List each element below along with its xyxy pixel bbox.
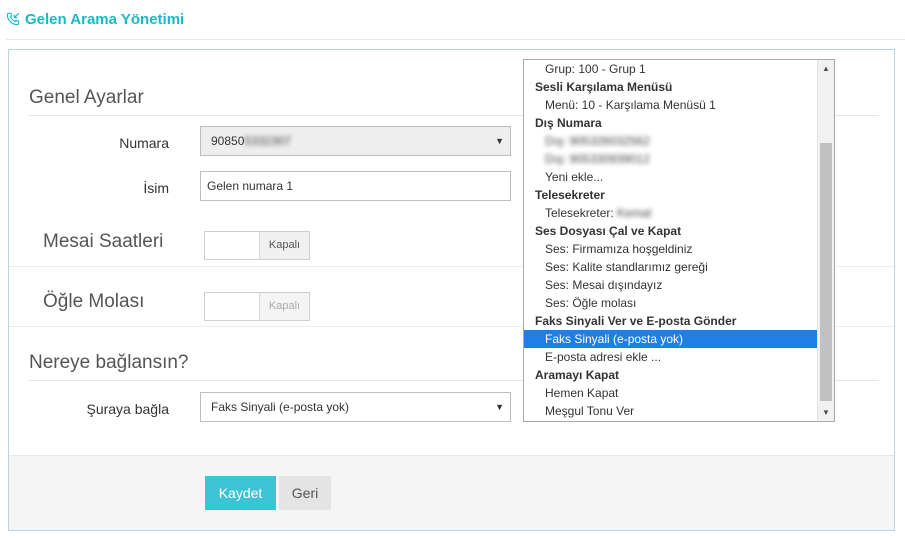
number-select[interactable]: 908505332307 ▼ (200, 126, 511, 156)
dropdown-option[interactable]: Ses: Öğle molası (524, 294, 817, 312)
dropdown-option[interactable]: Dış: 905330939012 (524, 150, 817, 168)
dropdown-option[interactable]: Ses: Firmamıza hoşgeldiniz (524, 240, 817, 258)
connect-label: Şuraya bağla (86, 401, 169, 417)
dropdown-option[interactable]: Telesekreter: Kemal (524, 204, 817, 222)
dropdown-group-header: Dış Numara (535, 116, 602, 130)
dropdown-option[interactable]: Ses: Mesai dışındayız (524, 276, 817, 294)
chevron-down-icon: ▼ (495, 402, 504, 412)
office-hours-toggle[interactable]: Kapalı (204, 231, 310, 260)
dropdown-scrollbar[interactable]: ▲ ▼ (817, 60, 834, 421)
dropdown-option[interactable]: Hemen Kapat (524, 384, 817, 402)
connect-value: Faks Sinyali (e-posta yok) (211, 400, 350, 414)
lunch-break-toggle[interactable]: Kapalı (204, 292, 310, 321)
dropdown-option[interactable]: Ses: Kalite standlarımız gereği (524, 258, 817, 276)
masked-number: Dış: 905330939012 (545, 152, 650, 166)
scroll-down-icon[interactable]: ▼ (818, 404, 834, 421)
dropdown-group-header: Aramayı Kapat (535, 368, 620, 382)
dropdown-group-header: Sesli Karşılama Menüsü (535, 80, 673, 94)
toggle-knob (205, 293, 260, 320)
scroll-up-icon[interactable]: ▲ (818, 60, 834, 77)
number-prefix: 90850 (211, 134, 245, 148)
connect-dropdown-list[interactable]: Grup: 100 - Grup 1 Sesli Karşılama Menüsü… (523, 59, 835, 422)
dropdown-group-header: Ses Dosyası Çal ve Kapat (535, 224, 682, 238)
dropdown-option[interactable]: Grup: 100 - Grup 1 (524, 60, 817, 78)
dropdown-group-header: Faks Sinyali Ver ve E-posta Gönder (535, 314, 737, 328)
scroll-thumb[interactable] (820, 143, 832, 401)
name-input[interactable] (200, 171, 511, 201)
connect-select[interactable]: Faks Sinyali (e-posta yok) ▼ (200, 392, 511, 422)
dropdown-option[interactable]: Dış: 905326032562 (524, 132, 817, 150)
form-footer: Kaydet Geri (9, 455, 894, 530)
lunch-break-state: Kapalı (260, 293, 309, 320)
dropdown-option[interactable]: Yeni ekle... (524, 168, 817, 186)
office-hours-label: Mesai Saatleri (43, 231, 164, 252)
page-header: Gelen Arama Yönetimi (6, 7, 184, 31)
name-label: İsim (143, 180, 169, 196)
masked-name: Kemal (617, 206, 652, 220)
dropdown-option[interactable]: Menü: 10 - Karşılama Menüsü 1 (524, 96, 817, 114)
save-button[interactable]: Kaydet (205, 476, 276, 510)
dropdown-group-header: Telesekreter (535, 188, 605, 202)
header-divider (6, 39, 905, 40)
option-prefix: Telesekreter: (545, 206, 618, 220)
lunch-break-label: Öğle Molası (43, 291, 145, 312)
dropdown-options: Grup: 100 - Grup 1 Sesli Karşılama Menüsü… (524, 60, 817, 420)
chevron-down-icon: ▼ (495, 136, 504, 146)
routing-title: Nereye bağlansın? (29, 352, 189, 373)
back-button[interactable]: Geri (279, 476, 331, 510)
general-settings-title: Genel Ayarlar (29, 87, 144, 108)
office-hours-state: Kapalı (260, 232, 309, 259)
number-label: Numara (119, 135, 169, 151)
number-masked: 5332307 (244, 134, 292, 148)
toggle-knob (205, 232, 260, 259)
masked-number: Dış: 905326032562 (545, 134, 650, 148)
dropdown-option[interactable]: Meşgul Tonu Ver (524, 402, 817, 420)
phone-incoming-icon (6, 12, 20, 26)
dropdown-option[interactable]: E-posta adresi ekle ... (524, 348, 817, 366)
dropdown-option-selected[interactable]: Faks Sinyali (e-posta yok) (524, 330, 817, 348)
page-title: Gelen Arama Yönetimi (25, 10, 185, 28)
